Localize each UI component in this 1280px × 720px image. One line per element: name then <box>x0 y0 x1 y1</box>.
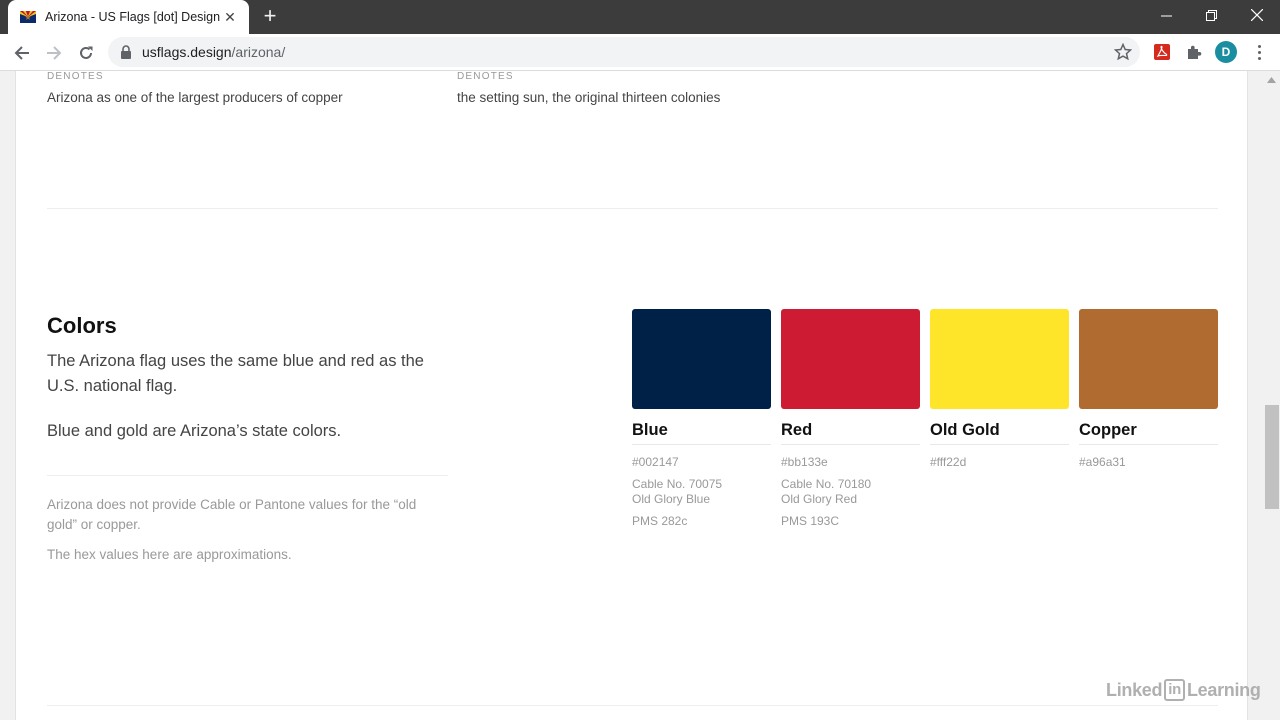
swatch-rule <box>632 444 771 445</box>
watermark-linked: Linked <box>1106 679 1163 700</box>
new-tab-button[interactable]: + <box>258 5 282 28</box>
restore-icon <box>1205 9 1217 21</box>
profile-avatar[interactable]: D <box>1215 41 1237 63</box>
browser-toolbar: usflags.design/arizona/ D <box>0 34 1280 71</box>
back-button[interactable] <box>8 39 36 67</box>
address-bar[interactable]: usflags.design/arizona/ <box>108 37 1140 67</box>
swatch-hex-blue: #002147 <box>632 455 679 469</box>
swatch-blue <box>632 309 771 409</box>
linkedin-learning-watermark: Linked in Learning <box>1106 679 1261 701</box>
swatch-rule <box>930 444 1069 445</box>
swatch-name-blue: Blue <box>632 421 668 439</box>
colors-heading: Colors <box>47 313 117 338</box>
swatch-cable-blue: Cable No. 70075 <box>632 477 723 491</box>
swatch-name-red: Red <box>781 421 813 439</box>
puzzle-icon <box>1188 45 1202 59</box>
extensions-button[interactable] <box>1183 41 1205 63</box>
swatch-name-old-gold: Old Gold <box>930 421 1000 439</box>
reload-icon <box>80 46 93 59</box>
swatch-pms-blue: PMS 282c <box>632 514 688 528</box>
colors-note-2: The hex values here are approximations. <box>47 547 292 562</box>
page-viewport: DENOTES Arizona as one of the largest pr… <box>0 71 1280 720</box>
swatch-name-copper: Copper <box>1079 421 1137 439</box>
swatch-hex-copper: #a96a31 <box>1079 455 1126 469</box>
denotes-text-2: the setting sun, the original thirteen c… <box>457 90 721 105</box>
swatch-old-gold <box>930 309 1069 409</box>
bookmark-star-icon[interactable] <box>1114 43 1132 61</box>
section-divider-bottom <box>47 705 1218 706</box>
swatch-hex-red: #bb133e <box>781 455 828 469</box>
pdf-icon <box>1154 44 1170 60</box>
close-window-button[interactable] <box>1234 0 1280 30</box>
close-icon <box>1251 9 1263 21</box>
colors-paragraph-1: The Arizona flag uses the same blue and … <box>47 352 424 395</box>
colors-paragraph-2: Blue and gold are Arizona’s state colors… <box>47 422 342 440</box>
swatch-rule <box>781 444 920 445</box>
close-tab-icon[interactable]: ✕ <box>221 8 239 26</box>
minimize-button[interactable] <box>1143 0 1189 30</box>
page-content: DENOTES Arizona as one of the largest pr… <box>15 71 1248 720</box>
tab-strip: Arizona - US Flags [dot] Design ✕ + <box>0 0 1280 34</box>
swatch-copper <box>1079 309 1218 409</box>
denotes-label-2: DENOTES <box>457 71 514 82</box>
swatch-red <box>781 309 920 409</box>
colors-note-divider <box>47 475 448 476</box>
arrow-left-icon <box>14 46 29 60</box>
swatch-rule <box>1079 444 1218 445</box>
pdf-extension-button[interactable] <box>1151 41 1173 63</box>
tab-title: Arizona - US Flags [dot] Design <box>45 10 221 24</box>
denotes-label-1: DENOTES <box>47 71 104 82</box>
reload-button[interactable] <box>72 39 100 67</box>
scrollbar-thumb[interactable] <box>1265 405 1279 509</box>
arrow-right-icon <box>47 46 62 60</box>
section-divider <box>47 208 1218 209</box>
denotes-text-1: Arizona as one of the largest producers … <box>47 90 343 105</box>
swatch-pms-red: PMS 193C <box>781 514 840 528</box>
swatch-cable-name-blue: Old Glory Blue <box>632 492 711 506</box>
browser-menu-icon[interactable] <box>1248 41 1270 63</box>
swatch-hex-old-gold: #fff22d <box>930 455 967 469</box>
browser-tab[interactable]: Arizona - US Flags [dot] Design ✕ <box>8 0 249 34</box>
watermark-in-box: in <box>1164 679 1185 701</box>
lock-icon <box>121 45 131 59</box>
swatch-cable-name-red: Old Glory Red <box>781 492 858 506</box>
url-host: usflags.design <box>142 44 232 60</box>
minimize-icon <box>1160 15 1172 16</box>
colors-note-1: Arizona does not provide Cable or Panton… <box>47 497 417 532</box>
swatch-cable-red: Cable No. 70180 <box>781 477 872 491</box>
watermark-learning: Learning <box>1186 679 1261 700</box>
arizona-flag-icon <box>20 11 36 23</box>
scroll-up-arrow-icon[interactable] <box>1266 76 1277 84</box>
page-scrollbar[interactable] <box>1263 71 1280 720</box>
url-path: /arizona/ <box>231 44 286 60</box>
forward-button[interactable] <box>40 39 68 67</box>
restore-button[interactable] <box>1188 0 1234 30</box>
